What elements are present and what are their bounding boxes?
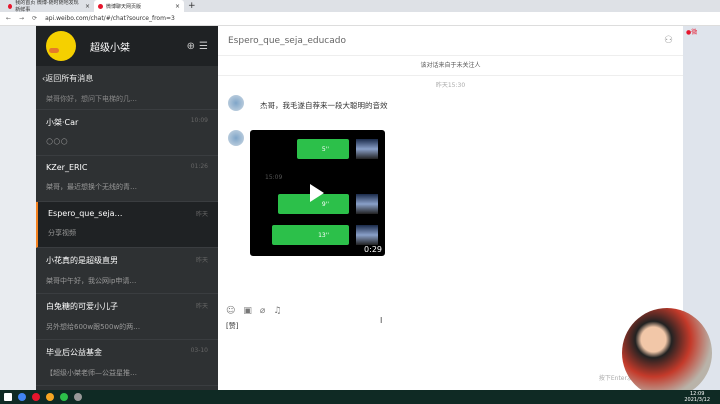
weibo-icon <box>98 3 103 9</box>
image-icon[interactable]: ▣ <box>243 306 252 316</box>
conversation-item[interactable]: 白兔糖的可爱小儿子 昨天另外想给600w跟500w的两… <box>36 294 218 340</box>
play-icon[interactable] <box>310 184 324 202</box>
browser-tab-active[interactable]: 微博聊天网页版 × <box>94 0 184 12</box>
video-time-label: 15:09 <box>265 174 283 181</box>
app-icon[interactable] <box>60 393 68 401</box>
conversation-name: 毕业后公益基金 <box>46 348 102 357</box>
reload-icon[interactable]: ⟳ <box>32 15 37 22</box>
conversation-preview: 🌕🌕🌕 <box>46 138 68 146</box>
avatar[interactable] <box>228 95 244 111</box>
timestamp: 昨天15:30 <box>435 82 466 89</box>
back-label: 返回所有消息 <box>45 73 94 83</box>
conversation-time: 昨天 <box>195 211 208 218</box>
video-duration: 0:29 <box>364 245 382 254</box>
close-icon[interactable]: × <box>85 3 90 10</box>
conversation-time: 03-10 <box>190 347 208 354</box>
taskbar: 12:09 2021/3/12 <box>0 390 720 404</box>
chat-title: Espero_que_seja_educado <box>228 35 346 46</box>
app-icon[interactable] <box>46 393 54 401</box>
clock: 12:09 2021/3/12 <box>684 391 710 403</box>
sidebar-header: 超级小桀 ⊕ ☰ <box>36 26 218 66</box>
conversation-preview: 【超级小桀老师—公益星推… <box>46 369 137 377</box>
conversation-name: 小桀·Car <box>46 118 79 127</box>
text-cursor-icon: I <box>380 316 383 325</box>
conversation-time: 10:09 <box>190 117 208 124</box>
conversation-item[interactable]: 小花真的是超级直男 昨天桀哥中午好，我公网ip申请… <box>36 248 218 294</box>
thumbnail <box>356 225 378 245</box>
back-icon[interactable]: ← <box>6 15 11 22</box>
attachment-icon[interactable]: ⌀ <box>260 306 265 316</box>
conversation-name: 小花真的是超级直男 <box>46 256 118 265</box>
start-icon[interactable] <box>4 393 12 401</box>
conversation-preview: 桀哥中午好，我公网ip申请… <box>46 277 137 285</box>
conversation-time: 昨天 <box>195 303 208 310</box>
emoji-icon[interactable]: ☺ <box>226 306 235 316</box>
video-message[interactable]: 5'' 15:09 9'' 13'' 0:29 <box>250 130 385 256</box>
list-item[interactable]: 桀哥你好，想问下电梯的几… <box>36 90 218 110</box>
notice: 该对话来自于未关注人 <box>218 56 683 76</box>
conversation-time: 昨天 <box>195 257 208 264</box>
menu-icon[interactable]: ☰ <box>199 41 208 52</box>
voice-duration: 5'' <box>321 145 329 153</box>
browser-tabs: 我的首页 微博-随时随地发现新鲜事 × 微博聊天网页版 × + <box>0 0 720 13</box>
conversation-preview: 分享视频 <box>48 229 76 237</box>
conversation-name: KZer_ERIC <box>46 163 88 172</box>
avatar[interactable] <box>228 130 244 146</box>
bell-icon[interactable]: ♫ <box>273 306 281 316</box>
address-bar: ← → ⟳ api.weibo.com/chat/#/chat?source_fro… <box>0 12 720 26</box>
new-chat-icon[interactable]: ⊕ <box>187 41 195 52</box>
conversation-item[interactable]: Espero_que_seja… 昨天分享视频 <box>36 202 218 248</box>
conversation-time: 01:26 <box>190 163 208 170</box>
url-input[interactable]: api.weibo.com/chat/#/chat?source_from=3 <box>45 15 175 22</box>
close-icon[interactable]: × <box>175 3 180 10</box>
forward-icon[interactable]: → <box>19 15 24 22</box>
username: 超级小桀 <box>90 42 130 54</box>
browser-tab[interactable]: 我的首页 微博-随时随地发现新鲜事 × <box>4 0 94 13</box>
thumbnail <box>356 139 378 159</box>
conversation-item[interactable]: 小桀·Car 10:09 🌕🌕🌕 <box>36 110 218 156</box>
conversation-sidebar: 超级小桀 ⊕ ☰ ‹ 返回所有消息 桀哥你好，想问下电梯的几… 小桀·Car 10:… <box>36 26 218 390</box>
tab-title: 微博聊天网页版 <box>106 3 142 10</box>
message-text: 杰哥，我毛遂自荐来一段大聪明的音效 <box>260 101 388 110</box>
user-settings-icon[interactable]: ⚇ <box>664 35 673 46</box>
weibo-logo-icon: ●微 <box>686 29 698 36</box>
conversation-preview: 桀哥，最近想换个无线的青… <box>46 183 137 191</box>
clock-date: 2021/3/12 <box>684 397 710 403</box>
weibo-icon[interactable] <box>32 393 40 401</box>
webcam-overlay <box>622 308 712 398</box>
conversation-name: Espero_que_seja… <box>48 209 123 218</box>
conversation-name: 白兔糖的可爱小儿子 <box>46 302 118 311</box>
voice-duration: 13'' <box>318 231 329 239</box>
app-icon[interactable] <box>74 393 82 401</box>
avatar[interactable] <box>46 31 76 61</box>
chat-panel: Espero_que_seja_educado ⚇ 该对话来自于未关注人 昨天15… <box>218 26 683 390</box>
conversation-item[interactable]: KZer_ERIC 01:26 桀哥，最近想换个无线的青… <box>36 156 218 202</box>
back-to-all-messages[interactable]: ‹ 返回所有消息 <box>36 66 218 90</box>
message-input[interactable]: [赞] <box>226 321 238 331</box>
conversation-item[interactable]: 毕业后公益基金 03-10 【超级小桀老师—公益星推… <box>36 340 218 386</box>
new-tab-button[interactable]: + <box>188 1 196 11</box>
weibo-icon <box>8 3 13 9</box>
conversation-preview: 另外想给600w跟500w的两… <box>46 323 141 331</box>
thumbnail <box>356 194 378 214</box>
chrome-icon[interactable] <box>18 393 26 401</box>
